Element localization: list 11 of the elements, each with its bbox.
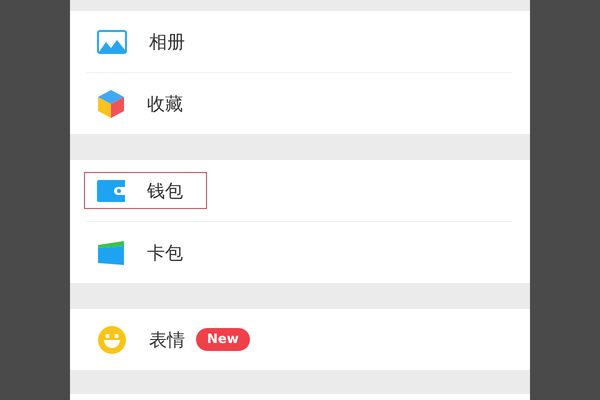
new-badge: New (196, 328, 250, 351)
cube-icon (97, 88, 125, 118)
menu-item-label[interactable]: 收藏 (147, 92, 183, 116)
menu-item-label[interactable]: 卡包 (147, 240, 183, 264)
smiley-icon (97, 324, 127, 354)
menu-item-label[interactable]: 相册 (149, 30, 185, 54)
menu-item-label[interactable]: 表情 (149, 328, 185, 352)
wallet-icon (97, 180, 125, 202)
picture-icon (97, 30, 127, 54)
card-icon (97, 240, 125, 266)
menu-item-label[interactable]: 钱包 (147, 178, 183, 202)
